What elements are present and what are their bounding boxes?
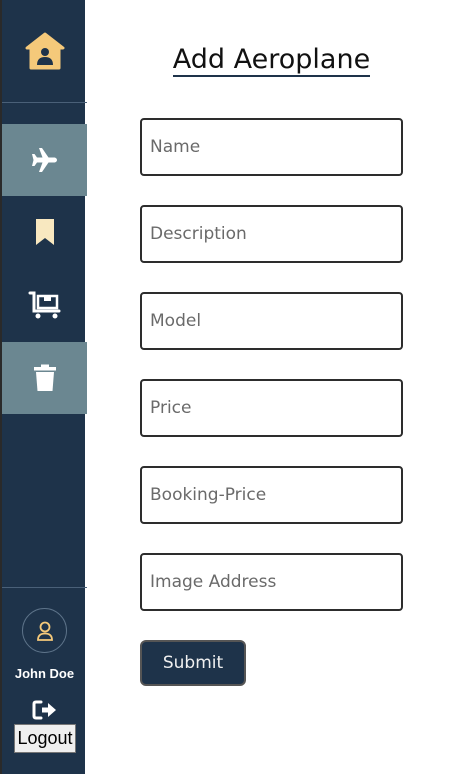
description-field[interactable] — [140, 205, 403, 263]
sidebar-item-home[interactable] — [2, 0, 87, 103]
user-name: John Doe — [14, 666, 75, 681]
price-field[interactable] — [140, 379, 403, 437]
logout-icon[interactable] — [32, 699, 58, 721]
user-icon — [36, 621, 53, 641]
page-title-text: Add Aeroplane — [172, 44, 371, 77]
home-icon — [25, 32, 64, 70]
cart-icon — [28, 291, 60, 319]
page-title: Add Aeroplane — [140, 44, 403, 77]
model-field[interactable] — [140, 292, 403, 350]
trash-icon — [33, 364, 56, 391]
sidebar-item-delete[interactable] — [2, 342, 87, 414]
submit-button[interactable]: Submit — [140, 640, 246, 686]
sidebar-item-cart[interactable] — [2, 269, 87, 341]
sidebar-item-aeroplanes[interactable] — [2, 124, 87, 196]
name-field[interactable] — [140, 118, 403, 176]
bookmark-icon — [35, 219, 54, 245]
sidebar: John Doe Logout — [0, 0, 87, 774]
plane-icon — [31, 148, 57, 172]
booking-price-field[interactable] — [140, 466, 403, 524]
sidebar-divider — [2, 587, 87, 588]
sidebar-item-bookmarks[interactable] — [2, 196, 87, 268]
image-address-field[interactable] — [140, 553, 403, 611]
logout-button[interactable]: Logout — [14, 724, 76, 753]
avatar[interactable] — [22, 608, 67, 653]
